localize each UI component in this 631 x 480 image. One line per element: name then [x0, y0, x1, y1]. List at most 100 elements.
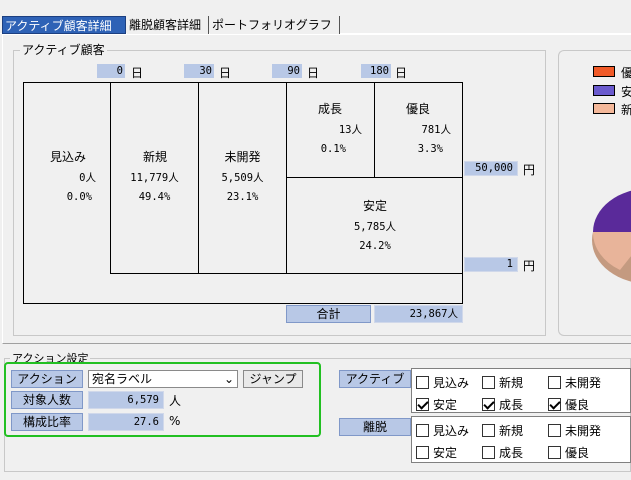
- legend-swatch-1: [593, 85, 615, 96]
- segment-ratio: 24.2%: [359, 240, 391, 252]
- segment-mikaihatsu[interactable]: 未開発 5,509人 23.1%: [199, 148, 286, 208]
- count-unit: 人: [169, 394, 182, 408]
- ratio-value: 27.6: [88, 413, 164, 431]
- segment-ratio: 0.1%: [320, 143, 346, 155]
- active-check-shinki[interactable]: 新規: [482, 374, 523, 391]
- checkbox[interactable]: [416, 446, 429, 459]
- action-select-value: 宛名ラベル: [92, 372, 153, 386]
- active-check-seichou[interactable]: 成長: [482, 396, 523, 413]
- filter-churn-label: 離脱: [339, 418, 411, 436]
- ratio-unit: %: [169, 414, 181, 428]
- amount-low-unit: 円: [523, 259, 536, 273]
- segment-name: 優良: [406, 102, 431, 116]
- action-select[interactable]: 宛名ラベル ⌄: [88, 370, 238, 388]
- active-check-mikaihatsu[interactable]: 未開発: [548, 374, 601, 391]
- grid-divider: [286, 177, 463, 178]
- tab-label: アクティブ顧客詳細: [5, 19, 112, 33]
- filter-active-label: アクティブ: [339, 370, 411, 388]
- segment-count: 5,785人: [353, 221, 397, 233]
- segment-count: 5,509人: [221, 172, 264, 184]
- segment-count: 13人: [338, 124, 362, 136]
- day-0-value: 0: [97, 64, 125, 78]
- tab-active-customers[interactable]: アクティブ顧客詳細: [2, 16, 126, 34]
- segment-name: 見込み: [50, 150, 87, 164]
- day-30-value: 30: [184, 64, 214, 78]
- tab-label: ポートフォリオグラフ: [212, 18, 332, 32]
- ratio-label: 構成比率: [11, 413, 83, 431]
- check-label: 未開発: [565, 424, 602, 438]
- day-90-unit: 日: [307, 66, 320, 80]
- active-check-mikomi[interactable]: 見込み: [416, 374, 469, 391]
- chevron-down-icon: ⌄: [223, 372, 234, 386]
- segment-count: 11,779人: [130, 172, 179, 184]
- checkbox[interactable]: [482, 446, 495, 459]
- amount-high-unit: 円: [523, 163, 536, 177]
- tab-bar: アクティブ顧客詳細 離脱顧客詳細 ポートフォリオグラフ: [0, 0, 631, 34]
- check-label: 新規: [499, 376, 524, 390]
- action-label: アクション: [11, 370, 83, 388]
- segment-name: 成長: [318, 102, 343, 116]
- tab-churn-customers[interactable]: 離脱顧客詳細: [127, 16, 209, 34]
- segment-seichou[interactable]: 成長 13人 0.1%: [287, 100, 374, 160]
- checkbox[interactable]: [548, 398, 561, 411]
- day-30-unit: 日: [219, 66, 232, 80]
- segment-count: 0人: [79, 172, 96, 184]
- checkbox[interactable]: [416, 398, 429, 411]
- checkbox[interactable]: [548, 446, 561, 459]
- checkbox[interactable]: [482, 424, 495, 437]
- checkbox[interactable]: [416, 376, 429, 389]
- pie-chart: [592, 190, 631, 282]
- check-label: 見込み: [433, 376, 470, 390]
- amount-low-value: 1: [464, 257, 518, 272]
- segment-shinki[interactable]: 新規 11,779人 49.4%: [111, 148, 198, 208]
- check-label: 優良: [565, 398, 590, 412]
- active-customers-title: アクティブ顧客: [20, 43, 107, 57]
- segment-ratio: 49.4%: [138, 191, 171, 203]
- check-label: 見込み: [433, 424, 470, 438]
- day-180-value: 180: [361, 64, 391, 78]
- checkbox[interactable]: [548, 424, 561, 437]
- segment-count: 781人: [421, 124, 451, 136]
- checkbox[interactable]: [482, 398, 495, 411]
- jump-button[interactable]: ジャンプ: [243, 370, 303, 388]
- check-label: 新規: [499, 424, 524, 438]
- active-check-antei[interactable]: 安定: [416, 396, 457, 413]
- churn-check-seichou[interactable]: 成長: [482, 444, 523, 461]
- checkbox[interactable]: [416, 424, 429, 437]
- segment-antei[interactable]: 安定 5,785人 24.2%: [287, 197, 463, 257]
- day-0-unit: 日: [131, 66, 144, 80]
- check-label: 安定: [433, 398, 458, 412]
- segment-name: 安定: [362, 199, 387, 213]
- checkbox[interactable]: [482, 376, 495, 389]
- tab-label: 離脱顧客詳細: [129, 18, 202, 32]
- churn-check-mikaihatsu[interactable]: 未開発: [548, 422, 601, 439]
- legend-swatch-0: [593, 66, 615, 77]
- checkbox[interactable]: [548, 376, 561, 389]
- segment-name: 未開発: [224, 150, 261, 164]
- check-label: 成長: [499, 446, 524, 460]
- check-label: 安定: [433, 446, 458, 460]
- churn-check-antei[interactable]: 安定: [416, 444, 457, 461]
- check-label: 成長: [499, 398, 524, 412]
- segment-name: 新規: [143, 150, 168, 164]
- legend-swatch-2: [593, 103, 615, 114]
- churn-check-shinki[interactable]: 新規: [482, 422, 523, 439]
- day-90-value: 90: [272, 64, 302, 78]
- segment-ratio: 3.3%: [417, 143, 443, 155]
- churn-check-mikomi[interactable]: 見込み: [416, 422, 469, 439]
- count-value: 6,579: [88, 391, 164, 409]
- churn-check-yuuryou[interactable]: 優良: [548, 444, 589, 461]
- segment-yuuryou[interactable]: 優良 781人 3.3%: [375, 100, 463, 160]
- segment-ratio: 23.1%: [226, 191, 259, 203]
- legend-label-0: 優: [621, 66, 631, 80]
- legend-label-2: 新: [621, 103, 631, 117]
- segment-mikomi[interactable]: 見込み 0人 0.0%: [24, 148, 110, 208]
- day-180-unit: 日: [395, 66, 408, 80]
- segment-ratio: 0.0%: [66, 191, 92, 203]
- active-check-yuuryou[interactable]: 優良: [548, 396, 589, 413]
- tab-portfolio-graph[interactable]: ポートフォリオグラフ: [210, 16, 340, 34]
- legend-label-1: 安: [621, 85, 631, 99]
- check-label: 優良: [565, 446, 590, 460]
- total-value: 23,867人: [374, 305, 463, 323]
- count-label: 対象人数: [11, 391, 83, 409]
